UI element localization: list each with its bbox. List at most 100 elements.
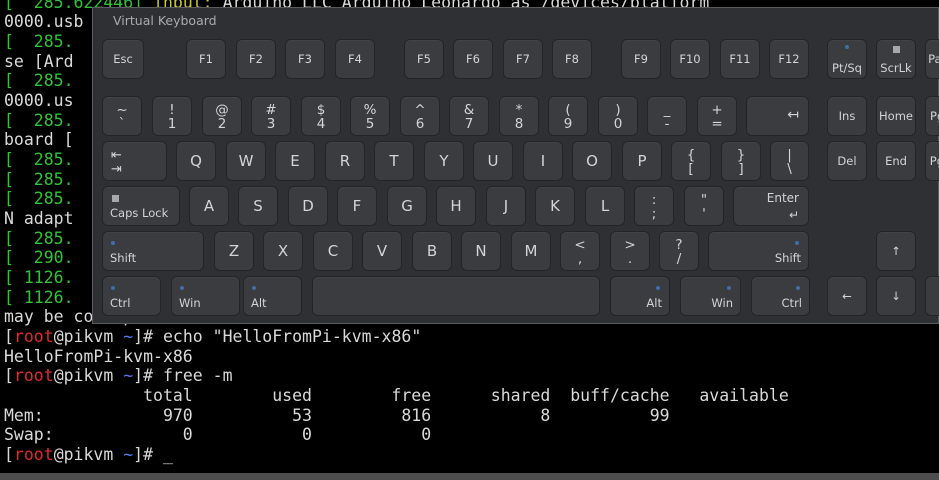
- key-quote[interactable]: " ': [684, 186, 724, 226]
- key-label: ←: [842, 289, 852, 303]
- key-pgup[interactable]: PgUp: [925, 96, 939, 136]
- key-e[interactable]: E: [275, 141, 315, 181]
- key-arrow-up[interactable]: ↑: [876, 231, 916, 271]
- key-esc[interactable]: Esc: [102, 39, 144, 79]
- key-w[interactable]: W: [226, 141, 266, 181]
- key-f4[interactable]: F4: [335, 39, 375, 79]
- key-f1[interactable]: F1: [186, 39, 226, 79]
- key-home[interactable]: Home: [876, 96, 916, 136]
- key-u[interactable]: U: [473, 141, 513, 181]
- key-lbracket[interactable]: {[: [671, 141, 711, 181]
- key-6[interactable]: ^ 6: [400, 96, 440, 136]
- key-arrow-right[interactable]: →: [925, 276, 939, 316]
- key-led-indicator: [795, 241, 799, 245]
- key-left-ctrl[interactable]: Ctrl: [102, 276, 161, 316]
- key-pause[interactable]: Pause: [925, 39, 939, 79]
- key-f[interactable]: F: [337, 186, 377, 226]
- key-f9[interactable]: F9: [621, 39, 661, 79]
- key-l[interactable]: L: [585, 186, 625, 226]
- key-r[interactable]: R: [325, 141, 365, 181]
- key-backslash[interactable]: | \: [770, 141, 809, 181]
- key-1[interactable]: ! 1: [152, 96, 192, 136]
- key-v[interactable]: V: [362, 231, 402, 271]
- key-equals[interactable]: + =: [697, 96, 737, 136]
- key-h[interactable]: H: [436, 186, 476, 226]
- key-left-alt[interactable]: Alt: [243, 276, 302, 316]
- key-right-alt[interactable]: Alt: [610, 276, 670, 316]
- key-pt-sq[interactable]: Pt/Sq: [827, 39, 867, 79]
- key-j[interactable]: J: [486, 186, 526, 226]
- key-tab[interactable]: ⇤ ⇥: [102, 141, 167, 181]
- key-del[interactable]: Del: [827, 141, 867, 181]
- key-led-indicator: [845, 45, 849, 49]
- key-period[interactable]: >.: [610, 231, 650, 271]
- virtual-keyboard-title[interactable]: Virtual Keyboard: [113, 13, 217, 28]
- key-minus[interactable]: _ -: [647, 96, 687, 136]
- key-s[interactable]: S: [238, 186, 278, 226]
- key-x[interactable]: X: [263, 231, 303, 271]
- key-left-win[interactable]: Win: [171, 276, 240, 316]
- key-f2[interactable]: F2: [236, 39, 276, 79]
- key-arrow-left[interactable]: ←: [827, 276, 867, 316]
- console-text-segment: [: [4, 366, 14, 385]
- key-p[interactable]: P: [622, 141, 662, 181]
- key-k[interactable]: K: [535, 186, 575, 226]
- key-g[interactable]: G: [387, 186, 427, 226]
- key-scrlk[interactable]: ScrLk: [876, 39, 916, 79]
- key-2[interactable]: @2: [202, 96, 242, 136]
- key-c[interactable]: C: [313, 231, 353, 271]
- key-o[interactable]: O: [572, 141, 612, 181]
- key-right-win[interactable]: Win: [680, 276, 741, 316]
- key-m[interactable]: M: [511, 231, 551, 271]
- key-enter[interactable]: Enter ↵: [733, 186, 809, 226]
- key-label: Win: [711, 296, 733, 310]
- key-f11[interactable]: F11: [720, 39, 760, 79]
- key-space[interactable]: [312, 276, 600, 316]
- key-f5[interactable]: F5: [404, 39, 444, 79]
- key-3[interactable]: #3: [251, 96, 291, 136]
- console-line: 0000.usb: [4, 12, 83, 32]
- key-pgdn[interactable]: PgDn: [925, 141, 939, 181]
- console-text-segment: ]# echo "HelloFromPi-kvm-x86": [133, 327, 422, 346]
- key-led-indicator: [656, 286, 660, 290]
- key-ins[interactable]: Ins: [827, 96, 867, 136]
- key-f10[interactable]: F10: [670, 39, 710, 79]
- key-backtick[interactable]: ~ `: [102, 96, 142, 136]
- key-right-shift[interactable]: Shift: [708, 231, 809, 271]
- key-end[interactable]: End: [876, 141, 916, 181]
- key-left-shift[interactable]: Shift: [102, 231, 204, 271]
- console-text-segment: Mem: 970 53 816 8 99: [4, 406, 670, 425]
- key-4[interactable]: $4: [301, 96, 341, 136]
- key-q[interactable]: Q: [176, 141, 216, 181]
- key-a[interactable]: A: [189, 186, 229, 226]
- key-arrow-down[interactable]: ↓: [876, 276, 916, 316]
- key-f3[interactable]: F3: [285, 39, 325, 79]
- key-8[interactable]: * 8: [499, 96, 539, 136]
- key-i[interactable]: I: [523, 141, 563, 181]
- key-f7[interactable]: F7: [503, 39, 543, 79]
- key-z[interactable]: Z: [214, 231, 254, 271]
- key-backspace[interactable]: ↤: [746, 96, 809, 136]
- virtual-keyboard-window[interactable]: Virtual Keyboard Esc F1 F2 F3 F4 F5 F6 F7 F8 F9 F1…: [92, 7, 939, 324]
- key-b[interactable]: B: [412, 231, 452, 271]
- key-f8[interactable]: F8: [552, 39, 592, 79]
- key-5[interactable]: % 5: [350, 96, 390, 136]
- key-d[interactable]: D: [288, 186, 328, 226]
- key-f6[interactable]: F6: [453, 39, 493, 79]
- key-rbracket[interactable]: }]: [721, 141, 761, 181]
- key-semicolon[interactable]: :;: [634, 186, 674, 226]
- key-9[interactable]: (9: [548, 96, 588, 136]
- key-0[interactable]: ) 0: [598, 96, 638, 136]
- key-n[interactable]: N: [461, 231, 501, 271]
- key-y[interactable]: Y: [424, 141, 464, 181]
- key-label: M: [524, 242, 538, 260]
- key-label: PgUp: [930, 109, 939, 123]
- key-caps-lock[interactable]: Caps Lock: [102, 186, 180, 226]
- key-t[interactable]: T: [374, 141, 414, 181]
- key-label: H: [450, 197, 462, 215]
- key-7[interactable]: & 7: [449, 96, 489, 136]
- key-f12[interactable]: F12: [769, 39, 809, 79]
- key-right-ctrl[interactable]: Ctrl: [751, 276, 810, 316]
- key-slash[interactable]: ? /: [659, 231, 699, 271]
- key-comma[interactable]: <,: [560, 231, 600, 271]
